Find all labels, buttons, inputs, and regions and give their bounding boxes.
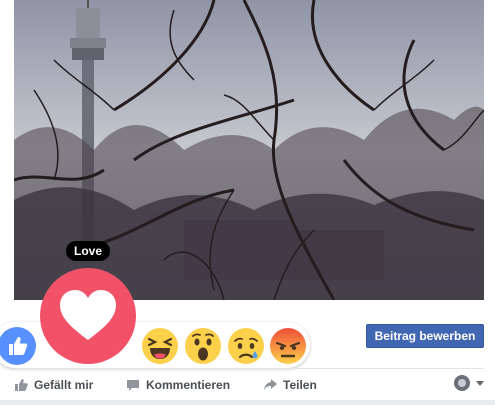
share-icon: [264, 379, 277, 390]
promote-post-button[interactable]: Beitrag bewerben: [366, 324, 484, 348]
wow-reaction-icon[interactable]: [184, 327, 222, 365]
love-reaction-icon[interactable]: [40, 268, 136, 364]
like-action-label: Gefällt mir: [34, 378, 94, 392]
comment-action-label: Kommentieren: [146, 378, 231, 392]
comment-action-button[interactable]: Kommentieren: [126, 376, 230, 394]
page-identity-selector[interactable]: [452, 374, 488, 392]
angry-reaction-icon[interactable]: [269, 327, 307, 365]
divider: [14, 368, 484, 369]
card-bottom-edge: [0, 400, 495, 405]
thumbs-up-icon: [15, 379, 28, 391]
share-action-label: Teilen: [283, 378, 317, 392]
like-reaction-icon[interactable]: [0, 327, 36, 365]
chevron-down-icon: [476, 381, 484, 386]
sad-reaction-icon[interactable]: [227, 327, 265, 365]
comment-icon: [127, 380, 139, 391]
like-action-button[interactable]: Gefällt mir: [14, 376, 93, 394]
post-card: Beitrag bewerben Love Gefällt mir Kommen…: [0, 0, 495, 405]
share-action-button[interactable]: Teilen: [263, 376, 317, 394]
haha-reaction-icon[interactable]: [141, 327, 179, 365]
reaction-tooltip: Love: [66, 241, 111, 261]
